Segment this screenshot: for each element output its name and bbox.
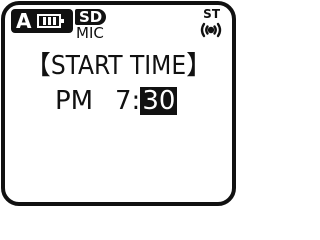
mic-sensitivity-icon	[200, 22, 222, 38]
battery-cell	[47, 17, 51, 25]
stereo-label: ST	[203, 7, 220, 21]
folder-label: A	[16, 9, 32, 33]
media-badge: SD	[75, 9, 107, 25]
lcd-screen: A SD MIC ST 【START TIME】 PM 7 : 30	[1, 1, 236, 206]
status-bar: A SD MIC ST	[5, 5, 232, 51]
folder-badge: A	[11, 9, 73, 33]
start-time-value: PM 7 : 30	[55, 85, 178, 117]
hour-field[interactable]: 7	[115, 86, 132, 116]
battery-cell	[53, 17, 57, 25]
time-separator: :	[131, 86, 141, 116]
screen-title: 【START TIME】	[24, 51, 213, 81]
battery-icon	[37, 14, 65, 28]
meridiem-field[interactable]: PM	[55, 86, 115, 116]
minute-field[interactable]: 30	[140, 87, 178, 115]
input-source-label: MIC	[76, 24, 104, 42]
battery-cell	[42, 17, 46, 25]
